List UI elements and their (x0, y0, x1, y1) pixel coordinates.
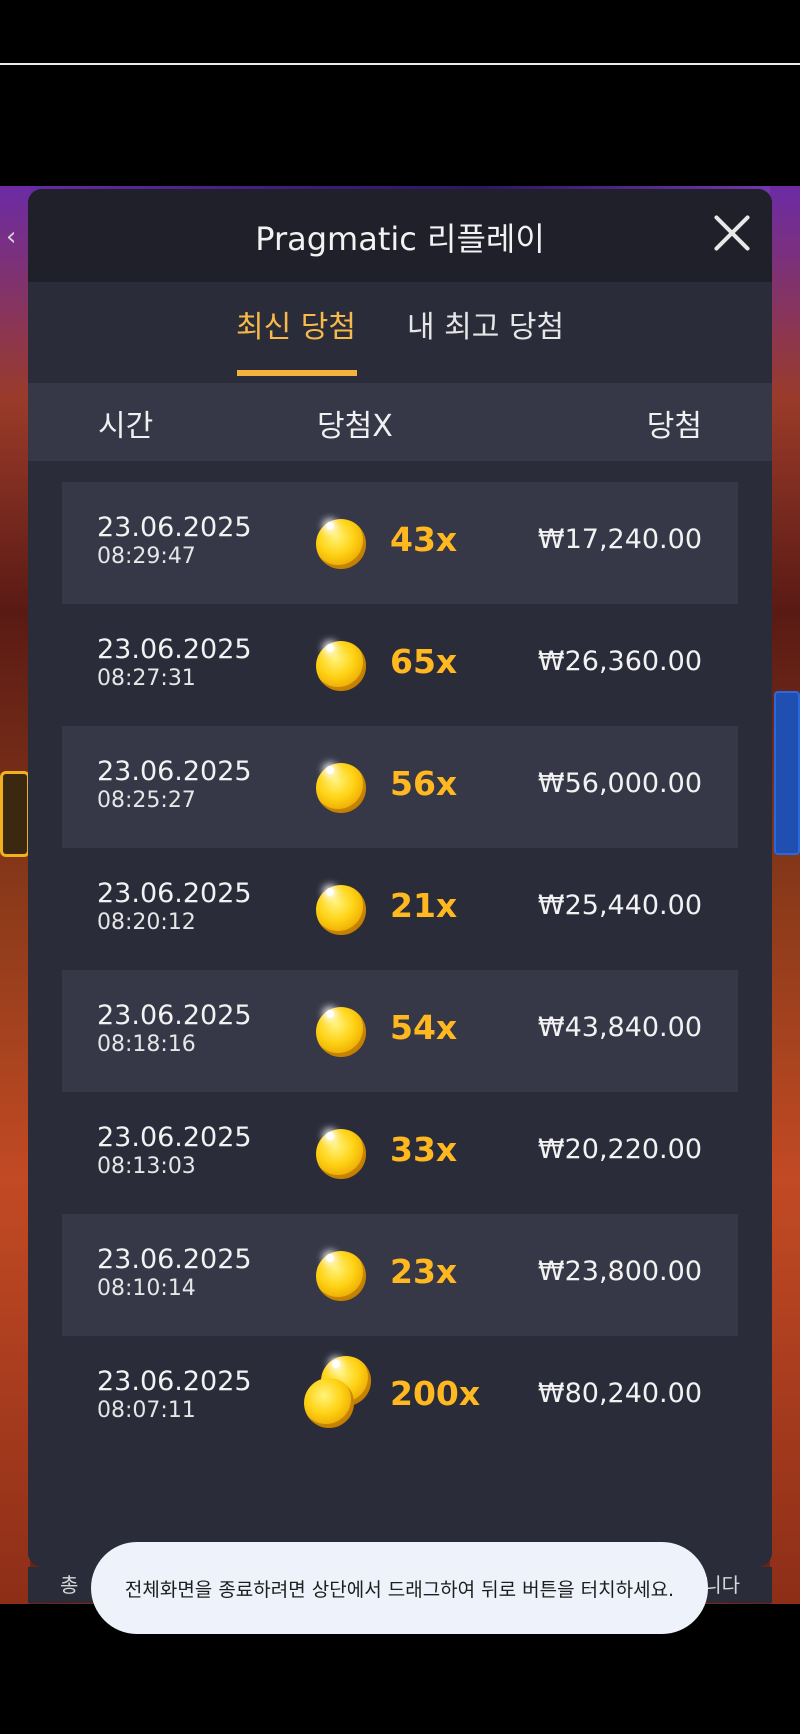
row-multiplier: 23x (390, 1252, 458, 1291)
row-multiplier: 43x (390, 520, 458, 559)
row-multiplier: 200x (390, 1374, 481, 1413)
coin-icon (316, 1129, 366, 1179)
game-side-left: ‹ (0, 186, 30, 1604)
chevron-left-icon[interactable]: ‹ (6, 222, 16, 252)
table-row[interactable]: 23.06.2025 08:25:27 56x ₩56,000.00 (62, 726, 738, 848)
row-amount: ₩26,360.00 (537, 646, 702, 677)
sparkle-icon (326, 1010, 334, 1018)
sparkle-icon (332, 1360, 340, 1368)
sparkle-icon (326, 1254, 334, 1262)
game-gold-panel (0, 771, 30, 857)
column-header-time: 시간 (98, 409, 154, 444)
status-bar-divider (0, 63, 800, 65)
row-date: 23.06.2025 (97, 512, 252, 543)
row-multiplier: 21x (390, 886, 458, 925)
coin-icon (316, 519, 366, 569)
row-multiplier: 56x (390, 764, 458, 803)
coin-icon (316, 885, 366, 935)
sparkle-icon (326, 1132, 334, 1140)
row-date: 23.06.2025 (97, 1122, 252, 1153)
tab-my-best-wins[interactable]: 내 최고 당첨 (407, 302, 564, 346)
row-time: 08:25:27 (97, 788, 196, 813)
modal-title: Pragmatic 리플레이 (255, 220, 545, 258)
coin-icon (316, 1007, 366, 1057)
column-header-win: 당첨 (646, 409, 702, 444)
game-bottom-text-left: 총 (60, 1573, 79, 1597)
row-time: 08:07:11 (97, 1398, 196, 1423)
row-multiplier: 33x (390, 1130, 458, 1169)
row-multiplier: 54x (390, 1008, 458, 1047)
coin-icon (304, 1378, 354, 1428)
table-row[interactable]: 23.06.2025 08:10:14 23x ₩23,800.00 (62, 1214, 738, 1336)
row-date: 23.06.2025 (97, 1000, 252, 1031)
toast-message: 전체화면을 종료하려면 상단에서 드래그하여 뒤로 버튼을 터치하세요. (124, 1578, 675, 1601)
row-date: 23.06.2025 (97, 1244, 252, 1275)
row-amount: ₩80,240.00 (537, 1378, 702, 1409)
active-tab-indicator (237, 370, 357, 376)
sparkle-icon (326, 644, 334, 652)
column-header-multiplier: 당첨X (317, 409, 393, 444)
coin-icon (316, 763, 366, 813)
game-side-right (770, 186, 800, 1604)
row-time: 08:18:16 (97, 1032, 196, 1057)
wins-list: 23.06.2025 08:29:47 43x ₩17,240.00 23.06… (62, 482, 738, 1458)
coin-icon (316, 1251, 366, 1301)
row-amount: ₩23,800.00 (537, 1256, 702, 1287)
table-row[interactable]: 23.06.2025 08:20:12 21x ₩25,440.00 (62, 848, 738, 970)
table-row[interactable]: 23.06.2025 08:18:16 54x ₩43,840.00 (62, 970, 738, 1092)
row-amount: ₩17,240.00 (537, 524, 702, 555)
table-row[interactable]: 23.06.2025 08:07:11 200x ₩80,240.00 (62, 1336, 738, 1458)
row-time: 08:20:12 (97, 910, 196, 935)
game-blue-panel (774, 691, 800, 855)
row-time: 08:10:14 (97, 1276, 196, 1301)
game-bottom-text-right: 니다 (703, 1573, 740, 1597)
table-header: 시간 당첨X 당첨 (28, 383, 772, 461)
close-icon[interactable] (710, 211, 754, 255)
tab-latest-wins[interactable]: 최신 당첨 (236, 302, 356, 346)
coin-icon (316, 641, 366, 691)
sparkle-icon (326, 766, 334, 774)
tab-bar: 최신 당첨 내 최고 당첨 (28, 282, 772, 382)
row-amount: ₩43,840.00 (537, 1012, 702, 1043)
row-amount: ₩20,220.00 (537, 1134, 702, 1165)
table-row[interactable]: 23.06.2025 08:27:31 65x ₩26,360.00 (62, 604, 738, 726)
row-multiplier: 65x (390, 642, 458, 681)
sparkle-icon (326, 888, 334, 896)
row-time: 08:29:47 (97, 544, 196, 569)
table-row[interactable]: 23.06.2025 08:13:03 33x ₩20,220.00 (62, 1092, 738, 1214)
row-date: 23.06.2025 (97, 634, 252, 665)
row-amount: ₩25,440.00 (537, 890, 702, 921)
replay-modal: Pragmatic 리플레이 최신 당첨 내 최고 당첨 시간 당첨X 당첨 2… (28, 189, 772, 1567)
row-date: 23.06.2025 (97, 878, 252, 909)
row-time: 08:27:31 (97, 666, 196, 691)
row-time: 08:13:03 (97, 1154, 196, 1179)
sparkle-icon (326, 522, 334, 530)
row-date: 23.06.2025 (97, 756, 252, 787)
modal-header: Pragmatic 리플레이 (28, 189, 772, 282)
row-amount: ₩56,000.00 (537, 768, 702, 799)
fullscreen-exit-toast: 전체화면을 종료하려면 상단에서 드래그하여 뒤로 버튼을 터치하세요. (91, 1542, 708, 1634)
table-row[interactable]: 23.06.2025 08:29:47 43x ₩17,240.00 (62, 482, 738, 604)
row-date: 23.06.2025 (97, 1366, 252, 1397)
